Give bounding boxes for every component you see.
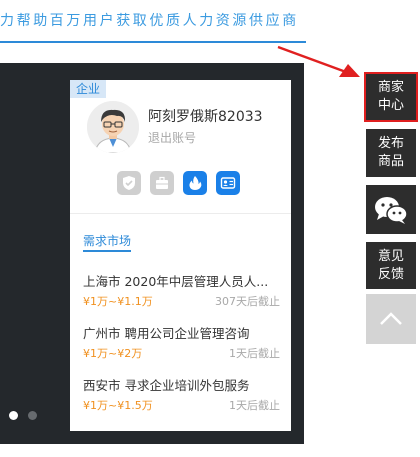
avatar[interactable] xyxy=(87,101,139,153)
logout-link[interactable]: 退出账号 xyxy=(148,129,196,146)
page: 力帮助百万用户获取优质人力资源供应商 企业 阿刻罗俄斯82033 退出账号 需求… xyxy=(0,0,420,457)
list-item[interactable]: 西安市 寻求企业培训外包服务 ¥1万~¥1.5万 1天后截止 xyxy=(83,375,280,427)
user-card: 企业 阿刻罗俄斯82033 退出账号 需求市场 上海市 2020年中层管理人员人… xyxy=(70,80,291,431)
demand-deadline: 1天后截止 xyxy=(229,399,280,412)
avatar-icon xyxy=(87,101,139,153)
demand-title[interactable]: 上海市 2020年中层管理人员人... xyxy=(83,271,278,290)
list-item[interactable]: 上海市 2020年中层管理人员人... ¥1万~¥1.1万 307天后截止 xyxy=(83,271,280,323)
chevron-up-icon xyxy=(380,312,402,325)
merchant-center-label-2: 中心 xyxy=(377,98,404,113)
back-to-top-button[interactable] xyxy=(366,294,416,344)
account-type-tag: 企业 xyxy=(70,80,106,98)
wechat-icon xyxy=(375,196,408,224)
id-card-icon[interactable] xyxy=(216,171,240,195)
publish-goods-label-1: 发布 xyxy=(377,136,404,151)
badge-row xyxy=(117,171,240,195)
demand-price: ¥1万~¥1.1万 xyxy=(83,295,153,308)
top-banner: 力帮助百万用户获取优质人力资源供应商 xyxy=(0,0,420,43)
demand-price: ¥1万~¥1.5万 xyxy=(83,399,153,412)
annotation-arrow-icon xyxy=(277,45,360,77)
publish-goods-button[interactable]: 发布 商品 xyxy=(366,129,416,177)
feedback-label-2: 反馈 xyxy=(377,266,404,282)
demand-title[interactable]: 西安市 寻求企业培训外包服务 xyxy=(83,375,278,394)
section-title-underline xyxy=(83,250,131,252)
banner-underline xyxy=(0,41,306,43)
briefcase-icon[interactable] xyxy=(150,171,174,195)
merchant-center-button[interactable]: 商家 中心 xyxy=(364,72,418,122)
card-divider xyxy=(70,213,291,214)
carousel-dots xyxy=(9,411,37,420)
verified-shield-icon[interactable] xyxy=(117,171,141,195)
demand-price: ¥1万~¥2万 xyxy=(83,347,143,360)
merchant-center-label-1: 商家 xyxy=(377,80,404,95)
flame-icon[interactable] xyxy=(183,171,207,195)
user-name: 阿刻罗俄斯82033 xyxy=(148,109,263,125)
carousel-dot-1[interactable] xyxy=(9,411,18,420)
demand-list: 上海市 2020年中层管理人员人... ¥1万~¥1.1万 307天后截止 广州… xyxy=(83,271,280,427)
demand-deadline: 307天后截止 xyxy=(215,295,280,308)
list-item[interactable]: 广州市 聘用公司企业管理咨询 ¥1万~¥2万 1天后截止 xyxy=(83,323,280,375)
banner-slogan: 力帮助百万用户获取优质人力资源供应商 xyxy=(0,13,299,29)
wechat-button[interactable] xyxy=(366,185,416,234)
demand-title[interactable]: 广州市 聘用公司企业管理咨询 xyxy=(83,323,278,342)
demand-deadline: 1天后截止 xyxy=(229,347,280,360)
carousel-dot-2[interactable] xyxy=(28,411,37,420)
feedback-label-1: 意见 xyxy=(377,248,404,264)
publish-goods-label-2: 商品 xyxy=(377,154,404,169)
demand-market-title[interactable]: 需求市场 xyxy=(83,232,131,249)
feedback-button[interactable]: 意见 反馈 xyxy=(366,242,416,289)
